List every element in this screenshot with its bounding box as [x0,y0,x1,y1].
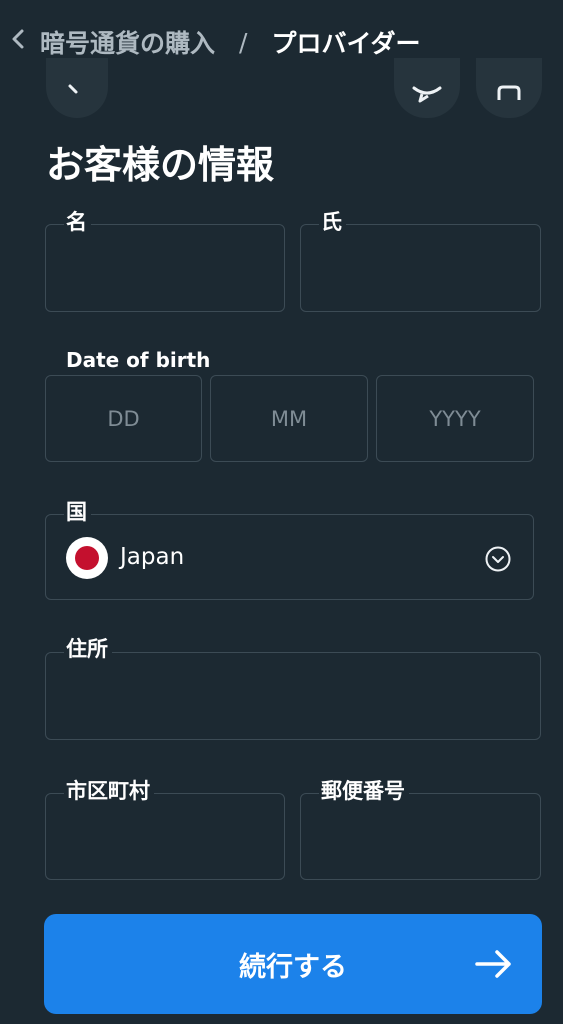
arrow-right-icon [475,950,511,978]
postal-code-field[interactable] [300,793,541,880]
chat-round-button[interactable] [394,58,460,118]
city-label: 市区町村 [64,778,154,804]
last-name-label: 氏 [319,209,346,235]
window-icon [497,85,521,100]
breadcrumb-separator: / [239,27,248,57]
country-value: Japan [120,544,185,570]
chevron-down-circle-icon[interactable] [484,545,512,573]
first-name-field[interactable] [45,224,285,312]
chevron-left-icon[interactable] [10,27,40,57]
chat-icon [412,86,442,103]
page-title: お客様の情報 [46,143,275,187]
chevron-icon [68,84,78,94]
address-label: 住所 [64,636,112,662]
dob-label: Date of birth [66,348,211,372]
dob-day-input[interactable]: DD [45,375,202,462]
menu-round-button[interactable] [476,58,542,118]
postal-code-label: 郵便番号 [319,778,409,804]
back-round-button[interactable] [46,58,108,118]
continue-button[interactable]: 続行する [44,914,542,1014]
breadcrumb-parent-link[interactable]: 暗号通貨の購入 [40,24,215,60]
country-select[interactable] [45,514,534,600]
japan-flag-icon [66,537,108,579]
country-label: 国 [64,499,91,525]
address-field[interactable] [45,652,541,740]
breadcrumb-current: プロバイダー [271,29,421,58]
dob-month-input[interactable]: MM [210,375,368,462]
dob-year-input[interactable]: YYYY [376,375,534,462]
last-name-field[interactable] [300,224,541,312]
continue-button-label: 続行する [239,951,347,983]
city-field[interactable] [45,793,285,880]
provider-form-page: 暗号通貨の購入 / プロバイダー お客様の情報 名 氏 Date of birt… [0,0,563,1024]
first-name-label: 名 [64,209,91,235]
